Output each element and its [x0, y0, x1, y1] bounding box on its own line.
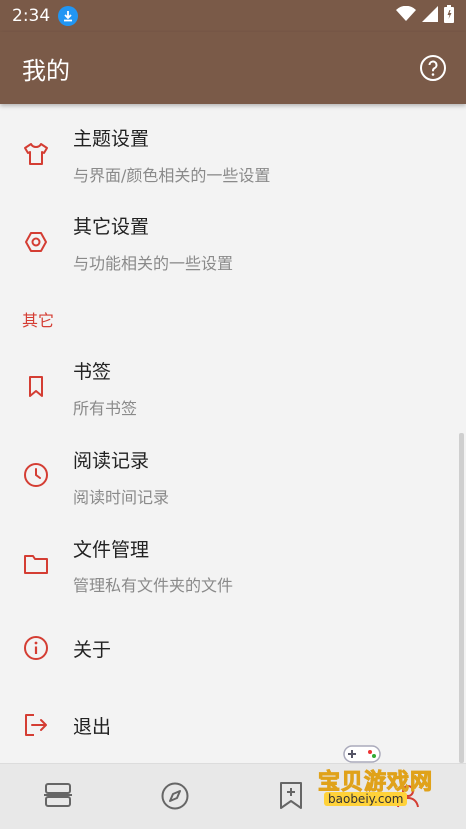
battery-icon — [444, 5, 454, 27]
list-item-subtitle: 管理私有文件夹的文件 — [73, 576, 234, 595]
nav-profile-button[interactable] — [390, 778, 426, 814]
list-item-title: 关于 — [73, 639, 112, 661]
list-item-title: 文件管理 — [73, 539, 150, 561]
list-item-title: 其它设置 — [73, 216, 150, 238]
profile-icon — [397, 785, 419, 808]
status-bar: 2:34 — [0, 0, 466, 32]
bookmark-icon — [22, 373, 50, 401]
nav-discover-button[interactable] — [157, 778, 193, 814]
list-item-title: 主题设置 — [73, 128, 150, 150]
compass-icon — [161, 782, 189, 810]
status-time: 2:34 — [12, 6, 51, 26]
info-icon — [22, 634, 50, 662]
help-button[interactable] — [418, 53, 448, 83]
wifi-icon — [396, 5, 416, 26]
section-header-other: 其它 — [22, 311, 55, 330]
list-item-reading-history[interactable]: 阅读记录 阅读时间记录 — [0, 430, 466, 518]
help-icon — [420, 55, 446, 81]
list-item-file-management[interactable]: 文件管理 管理私有文件夹的文件 — [0, 518, 466, 608]
signal-icon — [422, 6, 438, 26]
list-item-title: 阅读记录 — [73, 450, 150, 472]
list-item-title: 书签 — [73, 361, 112, 383]
exit-icon — [22, 711, 50, 739]
clock-icon — [22, 461, 50, 489]
list-item-subtitle: 阅读时间记录 — [73, 488, 170, 507]
list-item-subtitle: 与界面/颜色相关的一些设置 — [73, 166, 271, 185]
folder-icon — [22, 550, 50, 578]
hexagon-settings-icon — [22, 228, 50, 256]
list-item-title: 退出 — [73, 716, 112, 738]
nav-bookmark-add-button[interactable] — [273, 778, 309, 814]
list-item-about[interactable]: 关于 — [0, 608, 466, 688]
list-item-theme-settings[interactable]: 主题设置 与界面/颜色相关的一些设置 — [0, 104, 466, 192]
list-item-subtitle: 所有书签 — [73, 399, 138, 418]
bottom-navigation — [0, 763, 466, 829]
list-item-subtitle: 与功能相关的一些设置 — [73, 254, 234, 273]
list-item-other-settings[interactable]: 其它设置 与功能相关的一些设置 — [0, 192, 466, 290]
nav-bookshelf-button[interactable] — [40, 778, 76, 814]
bookmark-add-icon — [280, 782, 302, 809]
bookshelf-icon — [44, 783, 72, 807]
page-title: 我的 — [22, 56, 70, 85]
list-item-logout[interactable]: 退出 — [0, 688, 466, 762]
shirt-icon — [22, 140, 50, 168]
app-bar: 我的 — [0, 32, 466, 104]
scrollbar[interactable] — [459, 433, 464, 763]
download-icon — [58, 6, 79, 26]
list-item-bookmarks[interactable]: 书签 所有书签 — [0, 340, 466, 430]
